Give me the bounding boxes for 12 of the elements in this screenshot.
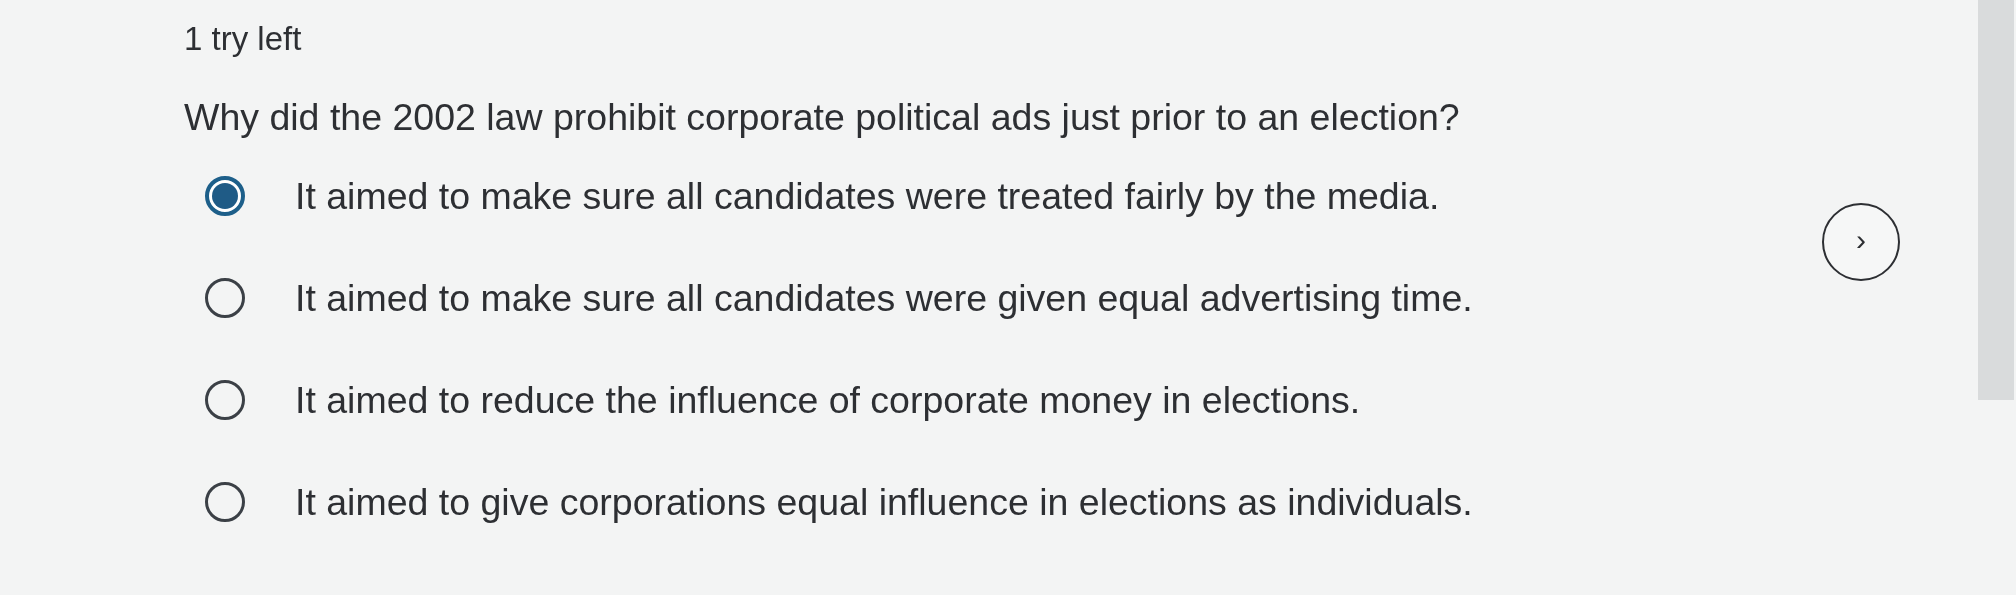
option-label[interactable]: It aimed to reduce the influence of corporate money in elections. [295, 378, 1361, 422]
option-label[interactable]: It aimed to make sure all candidates were treated fairly by the media. [295, 174, 1440, 218]
attempts-text: 1 try left [184, 20, 302, 58]
radio-button[interactable] [205, 176, 245, 216]
radio-button[interactable] [205, 380, 245, 420]
question-text: Why did the 2002 law prohibit corporate political ads just prior to an election? [184, 96, 1460, 139]
radio-button[interactable] [205, 278, 245, 318]
radio-button[interactable] [205, 482, 245, 522]
next-button[interactable]: › [1822, 203, 1900, 281]
option-label[interactable]: It aimed to make sure all candidates were given equal advertising time. [295, 276, 1473, 320]
scrollbar[interactable] [1978, 0, 2014, 400]
option-label[interactable]: It aimed to give corporations equal influence in elections as individuals. [295, 480, 1473, 524]
